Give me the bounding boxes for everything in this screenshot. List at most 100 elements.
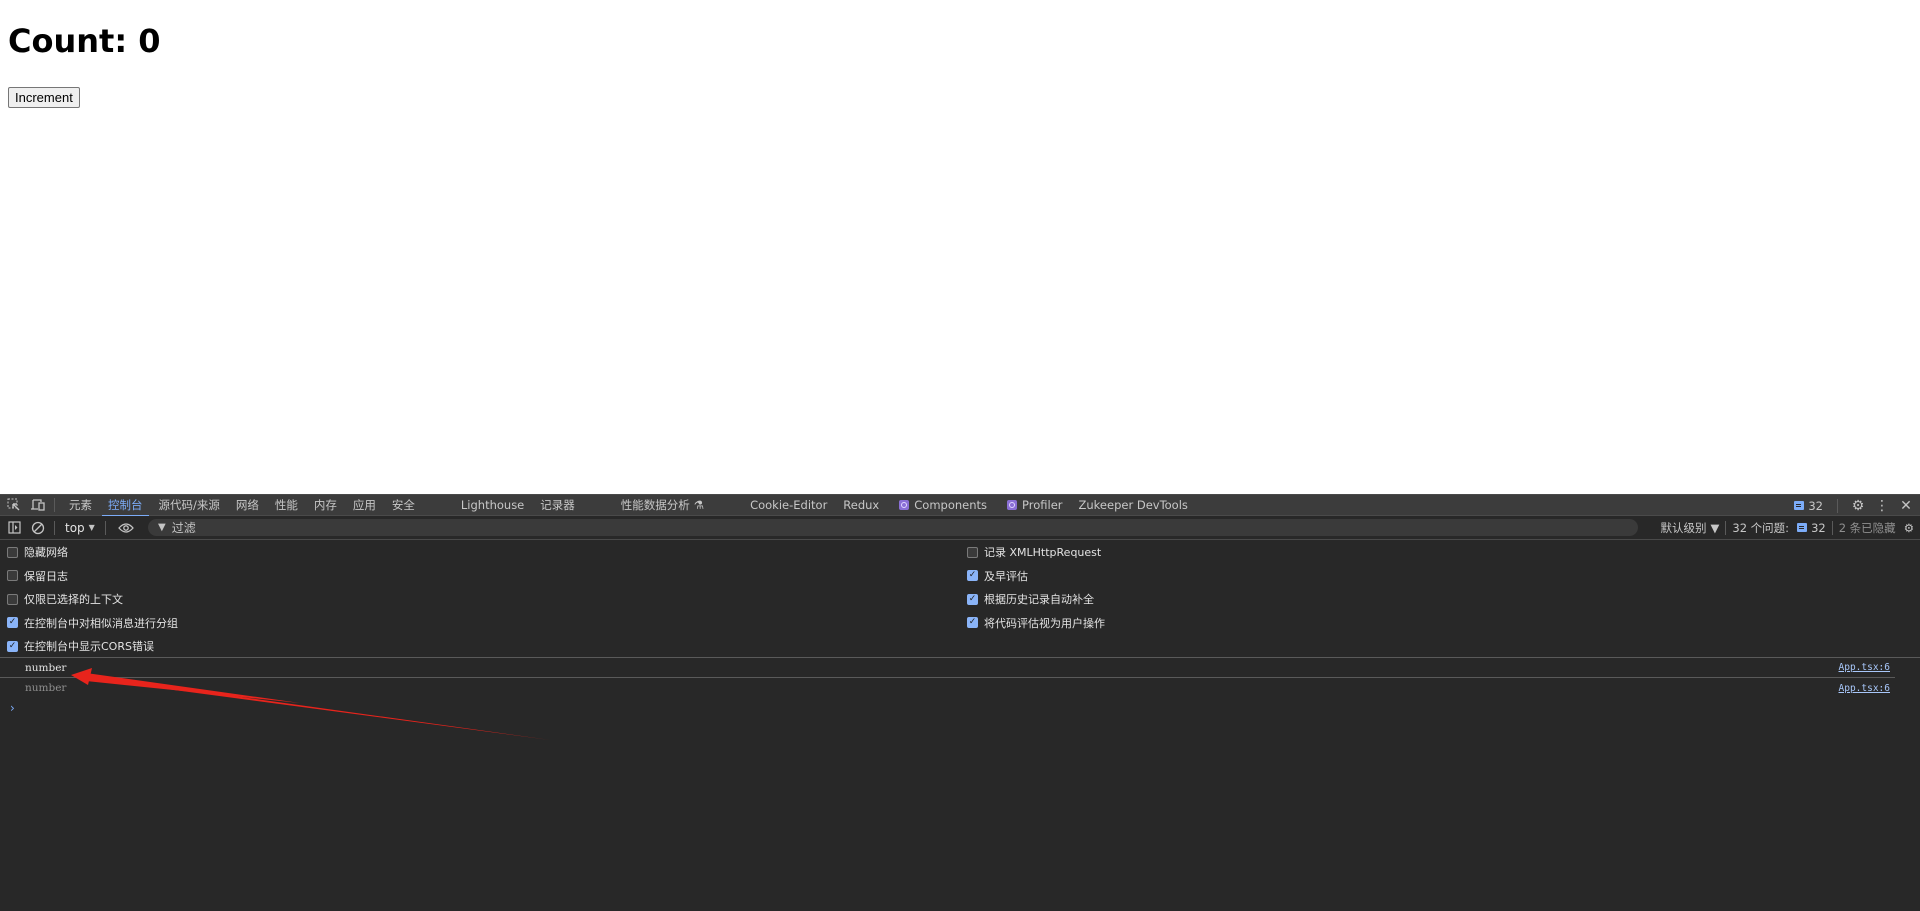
setting-option[interactable]: 及早评估: [967, 568, 1028, 584]
issues-button[interactable]: 32: [1797, 521, 1826, 535]
checkbox[interactable]: [7, 570, 18, 581]
checkbox[interactable]: [7, 617, 18, 628]
tab-label: 性能: [274, 498, 298, 512]
log-level-dropdown[interactable]: 默认级别 ▼: [1661, 520, 1720, 536]
tab-1[interactable]: 控制台: [100, 495, 151, 517]
devtools-tabbar: 元素 控制台 源代码/来源 网络 性能 内存 应用 安全 Lighthouse 记录器 性能数据分析…: [0, 494, 1920, 517]
tab-label: Components: [914, 498, 988, 512]
tab-10[interactable]: 性能数据分析 ⚗: [613, 495, 712, 516]
setting-label: 记录 XMLHttpRequest: [984, 546, 1102, 559]
divider: [104, 520, 106, 535]
tab-label: 安全: [391, 498, 415, 512]
divider: [54, 520, 55, 535]
filter-input[interactable]: ▼ 过滤: [148, 519, 1638, 536]
tab-label: Redux: [843, 498, 880, 512]
live-expression-eye-icon[interactable]: [116, 518, 136, 538]
devtools-panel: 元素 控制台 源代码/来源 网络 性能 内存 应用 安全 Lighthouse 记录器 性能数据分析…: [0, 494, 1920, 911]
context-selector[interactable]: top ▼: [65, 521, 95, 535]
tab-label: Lighthouse: [460, 498, 525, 512]
dropdown-caret-icon: ▼: [88, 523, 95, 532]
setting-label: 仅限已选择的上下文: [24, 593, 123, 606]
setting-label: 在控制台中对相似消息进行分组: [24, 616, 178, 630]
console-settings-gear-icon[interactable]: ⚙: [1904, 521, 1914, 535]
close-devtools-icon[interactable]: ✕: [1896, 496, 1916, 516]
tab-2[interactable]: 源代码/来源: [151, 495, 228, 516]
tab-13[interactable]: Components: [891, 495, 995, 516]
clear-console-icon[interactable]: [28, 518, 48, 538]
checkbox[interactable]: [967, 593, 978, 605]
tab-15[interactable]: Zukeeper DevTools: [1071, 495, 1196, 516]
settings-gear-icon[interactable]: ⚙: [1848, 496, 1868, 516]
checkbox[interactable]: [7, 593, 18, 605]
tab-label: 网络: [235, 498, 259, 512]
setting-label: 将代码评估视为用户操作: [984, 616, 1105, 630]
checkbox[interactable]: [967, 617, 978, 628]
issues-label: 32 个问题:: [1732, 520, 1790, 535]
setting-option[interactable]: 将代码评估视为用户操作: [967, 615, 1105, 631]
tab-12[interactable]: Redux: [835, 495, 887, 516]
setting-label: 根据历史记录自动补全: [984, 593, 1094, 606]
tab-14[interactable]: Profiler: [999, 495, 1071, 516]
tab-11[interactable]: Cookie-Editor: [742, 495, 835, 516]
setting-option[interactable]: 保留日志: [7, 568, 68, 584]
tab-label: 应用: [352, 498, 376, 512]
console-message: number App.tsx:6: [0, 658, 1895, 678]
tab-label: 控制台: [108, 498, 143, 512]
tab-label: 内存: [313, 498, 337, 512]
tab-label: Cookie-Editor: [750, 498, 828, 512]
divider: [1837, 498, 1838, 513]
tab-3[interactable]: 网络: [228, 495, 267, 516]
divider: [1725, 520, 1727, 535]
sidebar-toggle-icon[interactable]: [4, 518, 24, 538]
setting-label: 在控制台中显示CORS错误: [24, 640, 154, 653]
filter-funnel-icon: ▼: [158, 522, 166, 533]
tab-label: Profiler: [1022, 498, 1063, 512]
checkbox[interactable]: [967, 546, 978, 558]
tab-label: 记录器: [540, 498, 575, 512]
issue-flag-icon: [1797, 523, 1808, 532]
checkbox[interactable]: [7, 546, 18, 558]
more-options-icon[interactable]: ⋮: [1872, 496, 1892, 516]
issues-counter-button[interactable]: 32: [1786, 495, 1831, 516]
tab-6[interactable]: 应用: [345, 495, 384, 516]
setting-option[interactable]: 在控制台中显示CORS错误: [7, 638, 154, 654]
inspect-element-icon[interactable]: [4, 495, 24, 515]
dropdown-caret-icon: ▼: [1710, 520, 1720, 535]
tab-5[interactable]: 内存: [306, 495, 345, 516]
tab-9[interactable]: 记录器: [532, 495, 583, 516]
setting-option[interactable]: 记录 XMLHttpRequest: [967, 544, 1101, 560]
divider: [54, 498, 55, 512]
count-heading: Count: 0: [8, 22, 161, 60]
tab-4[interactable]: 性能: [267, 495, 306, 516]
setting-option[interactable]: 在控制台中对相似消息进行分组: [7, 615, 178, 631]
tab-0[interactable]: 元素: [61, 495, 100, 516]
increment-button[interactable]: Increment: [8, 87, 80, 108]
issues-count: 32: [1808, 498, 1823, 513]
tab-7[interactable]: 安全: [384, 495, 423, 516]
issues-count: 32: [1811, 520, 1826, 535]
console-message: number App.tsx:6: [0, 678, 1920, 698]
message-text: number: [25, 682, 67, 694]
message-text: number: [25, 661, 67, 674]
source-link[interactable]: App.tsx:6: [1839, 683, 1890, 694]
setting-option[interactable]: 根据历史记录自动补全: [967, 591, 1094, 607]
setting-label: 保留日志: [24, 569, 68, 583]
device-toolbar-icon[interactable]: [28, 495, 48, 515]
tab-8[interactable]: Lighthouse: [453, 495, 532, 516]
checkbox[interactable]: [967, 570, 978, 581]
tab-label: 元素: [69, 498, 92, 512]
experiment-flask-icon: ⚗: [693, 498, 705, 512]
react-icon: [1007, 500, 1018, 510]
react-icon: [899, 500, 910, 510]
setting-option[interactable]: 隐藏网络: [7, 544, 68, 560]
tab-label: 性能数据分析: [620, 498, 690, 512]
tab-label: 源代码/来源: [158, 498, 220, 512]
setting-label: 隐藏网络: [24, 546, 68, 559]
console-prompt-input[interactable]: ›: [0, 698, 1920, 718]
setting-option[interactable]: 仅限已选择的上下文: [7, 591, 123, 607]
console-toolbar: top ▼ ▼ 过滤 默认级别 ▼ 32 个问题: 32 2 条已隐藏 ⚙: [0, 516, 1920, 540]
issue-flag-icon: [1794, 501, 1805, 510]
prompt-chevron-icon: ›: [10, 701, 15, 715]
checkbox[interactable]: [7, 640, 18, 652]
source-link[interactable]: App.tsx:6: [1839, 662, 1890, 673]
